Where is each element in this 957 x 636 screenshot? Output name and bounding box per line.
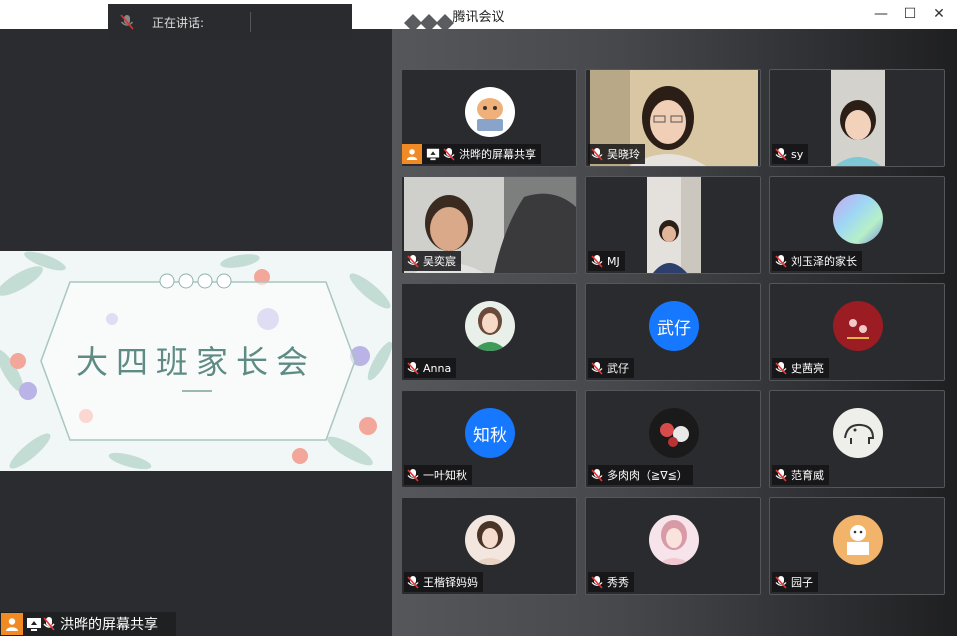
participant-name-tag: 多肉肉（≧∇≦） <box>588 465 693 485</box>
boy-room-video-icon <box>647 177 701 273</box>
divider <box>250 12 251 32</box>
mic-muted-icon <box>775 254 787 268</box>
participant-name: 范育威 <box>791 469 824 482</box>
participant-name-tag: MJ <box>588 251 625 271</box>
participant-name: Anna <box>423 361 452 375</box>
participant-name: 一叶知秋 <box>423 469 467 482</box>
slide-divider <box>182 390 212 392</box>
girl-video-icon <box>831 70 885 166</box>
participant-name: 园子 <box>791 576 813 589</box>
mic-muted-icon <box>775 361 787 375</box>
participant-tile[interactable]: 范育威 <box>769 390 945 488</box>
maximize-button[interactable]: ☐ <box>899 4 921 24</box>
participant-tile[interactable]: 吴奕宸 <box>401 176 577 274</box>
mic-muted-icon <box>443 147 455 161</box>
participant-name-tag: 园子 <box>772 572 818 592</box>
participant-name: 吴奕宸 <box>423 255 456 268</box>
mic-muted-icon <box>407 254 419 268</box>
girl-pink-avatar-icon <box>649 515 699 565</box>
participant-tile[interactable]: 史茜亮 <box>769 283 945 381</box>
cartoon-mine-avatar-icon <box>833 515 883 565</box>
mic-muted-icon <box>775 575 787 589</box>
cartoon-dog-avatar-icon <box>465 87 515 137</box>
mic-muted-icon <box>775 468 787 482</box>
participant-name-tag: sy <box>772 144 809 164</box>
participant-tile[interactable]: 王楷铎妈妈 <box>401 497 577 595</box>
participant-name: 多肉肉（≧∇≦） <box>607 469 688 482</box>
participant-name-tag: 刘玉泽的家长 <box>772 251 862 271</box>
participant-tile[interactable]: 秀秀 <box>585 497 761 595</box>
text-avatar: 知秋 <box>465 408 515 458</box>
screen-share-icon <box>426 147 440 161</box>
mic-muted-icon <box>43 617 55 631</box>
mic-muted-icon <box>591 147 603 161</box>
participant-name: MJ <box>607 254 620 268</box>
participant-tile[interactable]: 吴晓玲 <box>585 69 761 167</box>
slide-title: 大四班家长会 <box>75 343 316 381</box>
person-icon <box>402 144 422 164</box>
participant-name: sy <box>791 147 804 161</box>
participant-name-tag: 史茜亮 <box>772 358 829 378</box>
participant-name-tag: 王楷铎妈妈 <box>404 572 483 592</box>
woman-portrait-avatar-icon <box>465 301 515 351</box>
year-badge-icon <box>159 273 232 289</box>
dark-flower-avatar-icon <box>649 408 699 458</box>
participant-name: 洪晔的屏幕共享 <box>459 148 536 161</box>
participant-name: 吴晓玲 <box>607 148 640 161</box>
participant-tile[interactable]: 武仔 武仔 <box>585 283 761 381</box>
participant-name-tag: Anna <box>404 358 457 378</box>
woman-selfie-avatar-icon <box>465 515 515 565</box>
mic-muted-icon <box>120 14 134 30</box>
presenter-label: 洪晔的屏幕共享 <box>60 617 158 633</box>
speaking-indicator: 正在讲话: <box>108 4 454 40</box>
mic-muted-icon <box>775 147 787 161</box>
shared-slide: 大四班家长会 <box>0 251 392 471</box>
minimize-button[interactable]: — <box>870 4 892 24</box>
participant-name-tag: 吴奕宸 <box>404 251 461 271</box>
participant-tile[interactable]: MJ <box>585 176 761 274</box>
participant-tile[interactable]: 知秋 一叶知秋 <box>401 390 577 488</box>
red-card-avatar-icon <box>833 301 883 351</box>
text-avatar: 武仔 <box>649 301 699 351</box>
presenter-label-bar: 洪晔的屏幕共享 <box>0 612 176 636</box>
participant-tile[interactable]: Anna <box>401 283 577 381</box>
person-icon <box>1 613 23 635</box>
participant-tile[interactable]: sy <box>769 69 945 167</box>
participant-name-tag: 范育威 <box>772 465 829 485</box>
elephant-sketch-avatar-icon <box>833 408 883 458</box>
participant-tile[interactable]: 刘玉泽的家长 <box>769 176 945 274</box>
mic-muted-icon <box>591 468 603 482</box>
participant-tile[interactable]: 园子 <box>769 497 945 595</box>
participant-name-tag: 一叶知秋 <box>404 465 472 485</box>
speaking-label: 正在讲话: <box>152 16 205 30</box>
participant-name: 武仔 <box>607 362 629 375</box>
mic-muted-icon <box>591 254 603 268</box>
participant-name: 史茜亮 <box>791 362 824 375</box>
mic-muted-icon <box>407 575 419 589</box>
mic-muted-icon <box>407 468 419 482</box>
rainbow-sky-avatar-icon <box>833 194 883 244</box>
participant-name-tag: 吴晓玲 <box>588 144 645 164</box>
participant-tile[interactable]: 多肉肉（≧∇≦） <box>585 390 761 488</box>
participant-gallery: 洪晔的屏幕共享 吴晓玲 sy 吴奕宸 MJ 刘玉泽的家长 Anna 武仔 武仔 … <box>392 29 957 636</box>
mic-muted-icon <box>591 575 603 589</box>
participant-name: 王楷铎妈妈 <box>423 576 478 589</box>
close-button[interactable]: ✕ <box>928 4 950 24</box>
mic-muted-icon <box>407 361 419 375</box>
participant-name: 秀秀 <box>607 576 629 589</box>
participant-name: 刘玉泽的家长 <box>791 255 857 268</box>
screen-share-icon <box>27 618 41 631</box>
mic-muted-icon <box>591 361 603 375</box>
participant-name-tag: 洪晔的屏幕共享 <box>402 144 541 164</box>
participant-name-tag: 武仔 <box>588 358 634 378</box>
shared-screen-area: 大四班家长会 洪晔的屏幕共享 <box>0 29 392 636</box>
participant-name-tag: 秀秀 <box>588 572 634 592</box>
participant-tile[interactable]: 洪晔的屏幕共享 <box>401 69 577 167</box>
